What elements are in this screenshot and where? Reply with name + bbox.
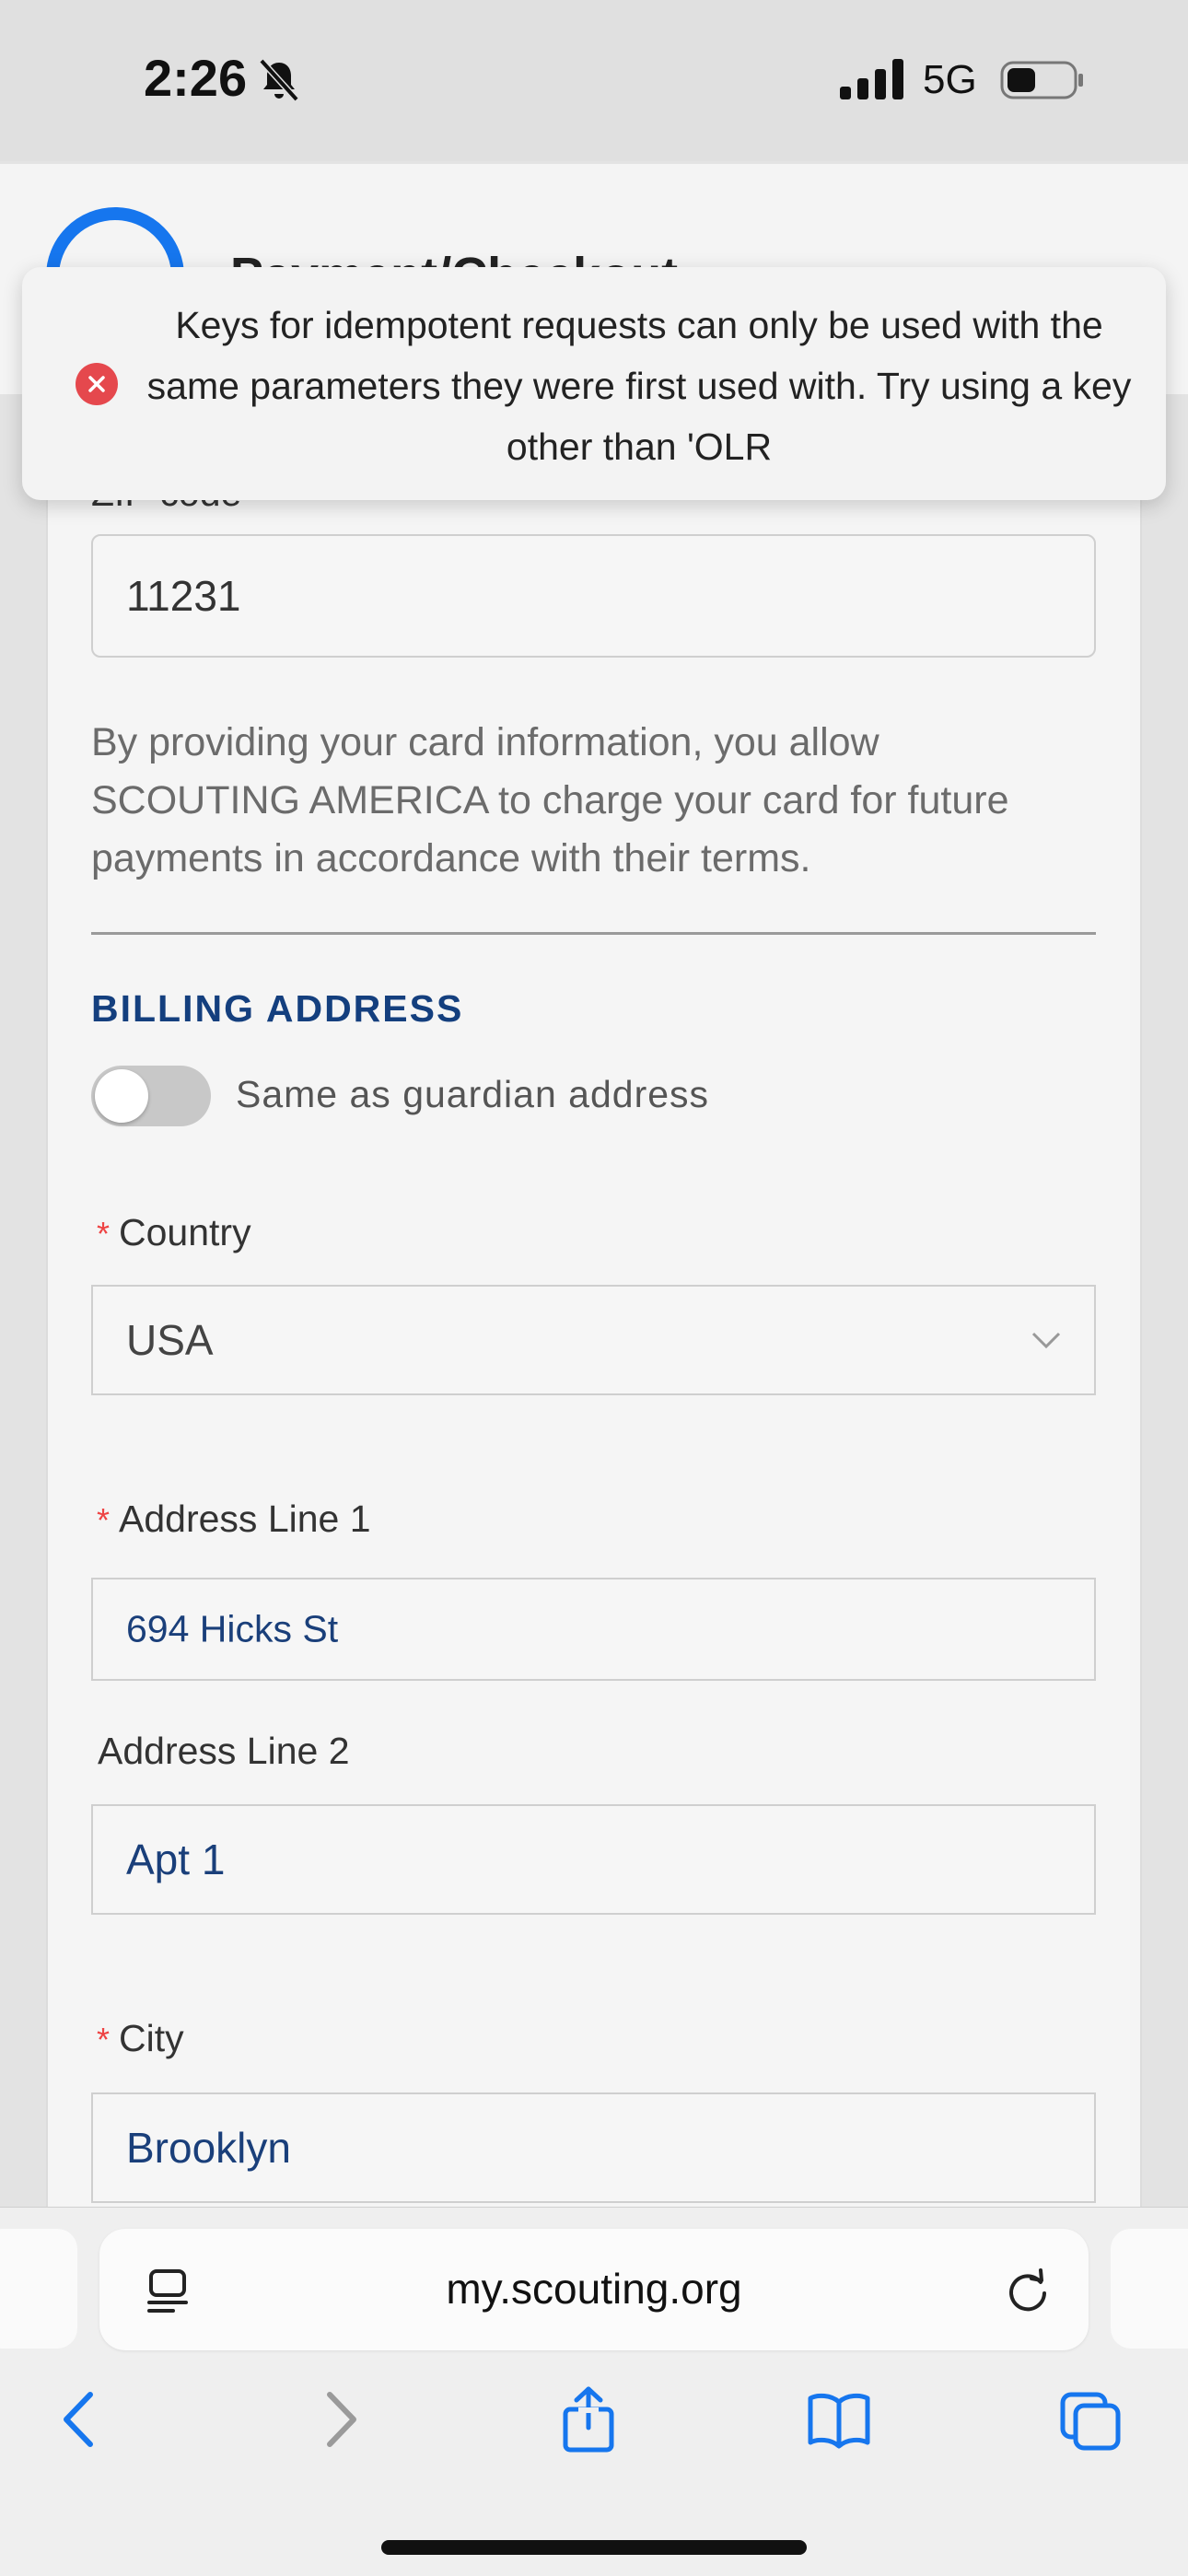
country-label-text: Country [119, 1211, 251, 1253]
chevron-left-icon[interactable] [48, 2385, 112, 2454]
address1-label-text: Address Line 1 [119, 1498, 371, 1540]
previous-tab-preview[interactable] [0, 2229, 77, 2349]
address1-value: 694 Hicks St [126, 1607, 339, 1650]
address2-value: Apt 1 [126, 1836, 226, 1883]
error-icon [76, 363, 118, 405]
chevron-down-icon [1031, 1332, 1061, 1349]
country-label: * Country [97, 1211, 251, 1254]
error-toast[interactable]: Keys for idempotent requests can only be… [22, 267, 1166, 500]
divider [91, 932, 1096, 935]
country-select[interactable]: USA [91, 1285, 1096, 1395]
toast-message: Keys for idempotent requests can only be… [146, 304, 1132, 468]
city-value: Brooklyn [126, 2124, 291, 2172]
bell-muted-icon [259, 58, 299, 102]
address-bar[interactable]: my.scouting.org [99, 2229, 1089, 2350]
address1-label: * Address Line 1 [97, 1498, 371, 1541]
chevron-right-icon[interactable] [308, 2385, 372, 2454]
home-indicator [381, 2540, 807, 2555]
address2-label: Address Line 2 [98, 1730, 350, 1772]
battery-icon [1000, 61, 1083, 99]
address-line-2-input[interactable]: Apt 1 [91, 1804, 1096, 1915]
city-input[interactable]: Brooklyn [91, 2092, 1096, 2203]
signal-icon [840, 59, 903, 99]
address-line-1-input[interactable]: 694 Hicks St [91, 1578, 1096, 1681]
zip-input[interactable]: 11231 [91, 534, 1096, 658]
toggle-knob [95, 1069, 148, 1123]
status-time: 2:26 [144, 49, 248, 107]
next-tab-preview[interactable] [1111, 2229, 1188, 2349]
zip-value: 11231 [126, 572, 241, 620]
book-icon[interactable] [807, 2385, 871, 2454]
same-as-guardian-label: Same as guardian address [236, 1073, 710, 1115]
same-as-guardian-toggle[interactable] [91, 1066, 211, 1126]
network-type: 5G [923, 57, 977, 102]
required-mark: * [97, 1501, 111, 1539]
status-bar: 2:26 5G [0, 0, 1188, 161]
share-icon[interactable] [556, 2385, 621, 2454]
country-value: USA [126, 1316, 214, 1364]
city-label-text: City [119, 2017, 184, 2059]
url-text: my.scouting.org [446, 2265, 742, 2313]
card-consent-text: By providing your card information, you … [91, 720, 1009, 880]
billing-address-heading: BILLING ADDRESS [91, 987, 464, 1030]
city-label: * City [97, 2017, 184, 2060]
tabs-icon[interactable] [1059, 2385, 1124, 2454]
reload-icon[interactable] [1004, 2266, 1052, 2314]
required-mark: * [97, 2021, 111, 2058]
required-mark: * [97, 1215, 111, 1253]
